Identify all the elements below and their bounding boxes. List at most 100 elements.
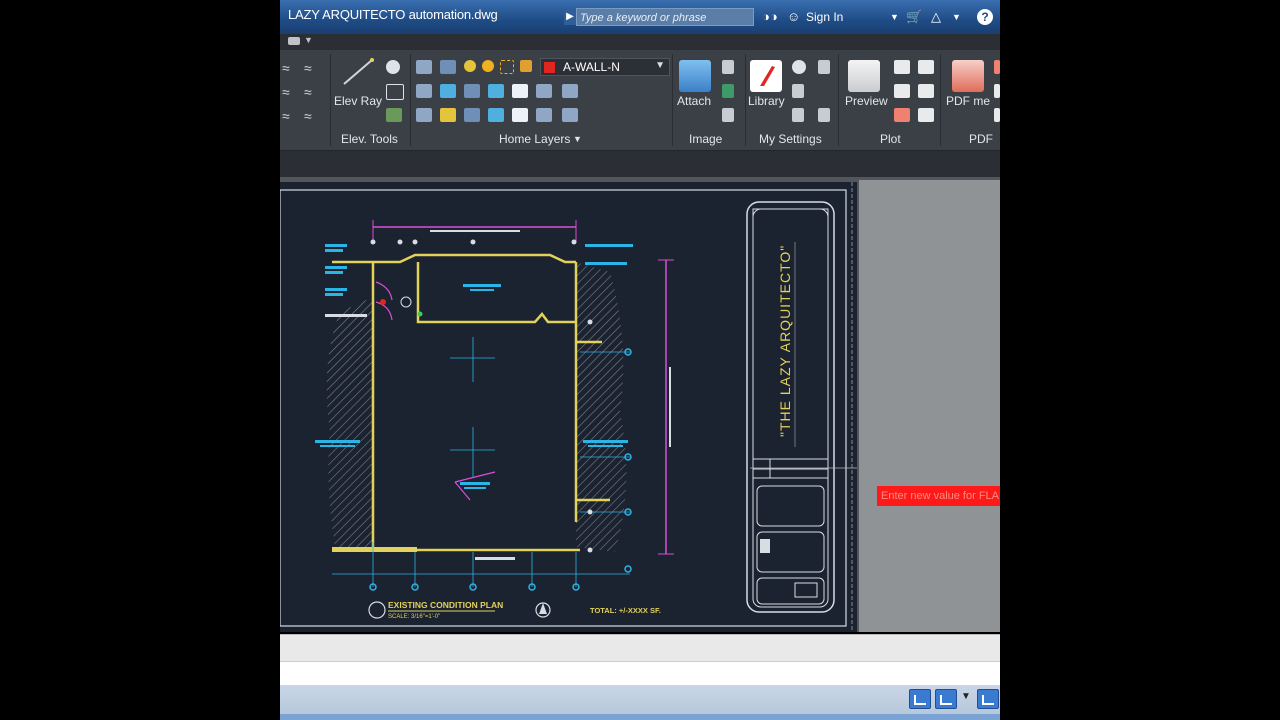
command-line-input[interactable] [280,661,1000,686]
layer-tool-icon[interactable] [416,108,432,122]
layout-icon[interactable] [977,689,999,709]
layer-tool-icon[interactable] [536,108,552,122]
panel-label-home-layers[interactable]: Home Layers [499,132,570,146]
printer-icon[interactable] [918,60,934,74]
status-bar: ▼ [280,685,1000,720]
layer-tool-icon[interactable] [464,108,480,122]
attach-image-icon[interactable] [679,60,711,92]
settings-tool-icon[interactable] [792,108,804,122]
panel-separator [745,54,746,146]
taskbar-edge [280,714,1000,720]
quick-access-camera-icon[interactable] [288,37,300,45]
panel-label-image: Image [689,132,723,146]
drawing-canvas[interactable]: EXISTING CONDITION PLAN SCALE: 3/16"=1'-… [280,177,1000,632]
elevation-tool-icon[interactable]: ≈ [282,60,290,76]
elevation-tool-icon[interactable]: ≈ [282,108,290,124]
layer-tool-icon[interactable] [562,84,578,98]
existing-wall-hatch-left [326,297,373,547]
layer-tool-icon[interactable] [512,84,528,98]
layer-tool-icon[interactable] [440,60,456,74]
viewport-dropdown-icon[interactable]: ▼ [961,691,971,702]
panel-label-plot: Plot [880,132,901,146]
search-expand-arrow-icon[interactable]: ▶ [564,9,576,25]
search-input[interactable]: Type a keyword or phrase [576,8,754,26]
layer-tool-icon[interactable] [488,108,504,122]
layer-tool-icon[interactable] [464,84,480,98]
help-icon[interactable] [386,60,400,74]
exchange-icon[interactable]: △ [931,8,941,26]
lightbulb-icon[interactable] [464,60,476,72]
fixture [380,299,386,305]
layer-tool-icon[interactable] [416,84,432,98]
layer-tool-icon[interactable] [562,108,578,122]
panel-separator [410,54,411,146]
freeze-icon[interactable] [500,60,514,74]
layout-sheet[interactable]: EXISTING CONDITION PLAN SCALE: 3/16"=1'-… [280,182,907,632]
layer-tool-icon[interactable] [440,84,456,98]
current-layer-name: A-WALL-N [563,60,620,74]
pdf-tool-icon[interactable] [994,84,1000,98]
pdf-tool-icon[interactable] [994,60,1000,74]
logo-box [760,539,770,553]
library-button[interactable]: Library [748,94,785,108]
help-icon[interactable] [792,60,806,74]
help-icon[interactable]: ? [977,9,993,25]
select-icon[interactable] [386,108,402,122]
cart-icon[interactable]: 🛒 [906,8,922,26]
layer-tool-icon[interactable] [440,108,456,122]
printer-icon[interactable] [894,108,910,122]
image-tool-icon[interactable] [722,60,734,74]
printer-icon[interactable] [894,60,910,74]
elevation-tool-icon[interactable]: ≈ [282,84,290,100]
room-label [325,314,367,317]
image-tool-icon[interactable] [722,108,734,122]
layer-color-swatch [544,62,555,73]
library-icon[interactable] [750,60,782,92]
drawing-number-bubble [368,601,386,619]
preview-button[interactable]: Preview [845,94,888,108]
lightning-icon[interactable] [386,84,404,100]
pdf-tool-icon[interactable] [994,108,1000,122]
pdf-button[interactable]: PDF me [946,94,990,108]
binoculars-icon[interactable]: ◑◑ [762,8,778,26]
user-icon[interactable]: ☺ [787,8,800,26]
exchange-dropdown-icon[interactable]: ▼ [952,8,961,26]
layer-tool-icon[interactable] [536,84,552,98]
layer-tool-icon[interactable] [488,84,504,98]
elevation-tool-icon[interactable]: ≈ [304,60,312,76]
elevation-tool-icon[interactable]: ≈ [304,84,312,100]
home-layers-dropdown-icon[interactable]: ▼ [573,134,582,144]
printer-icon[interactable] [918,108,934,122]
north-arrow-icon [539,603,547,614]
layer-dropdown[interactable]: A-WALL-N ▼ [540,58,670,76]
sign-in-dropdown-icon[interactable]: ▼ [890,8,899,26]
sun-icon[interactable] [482,60,494,72]
settings-tool-icon[interactable] [818,108,830,122]
image-tool-icon[interactable] [722,84,734,98]
title-block-cell [756,577,825,605]
sign-in-button[interactable]: Sign In [806,10,843,24]
elev-ray-button[interactable]: Elev Ray [334,94,382,108]
attach-button[interactable]: Attach [677,94,711,108]
printer-icon[interactable] [918,84,934,98]
chevron-down-icon: ▼ [655,60,665,71]
plot-preview-icon[interactable] [848,60,880,92]
quick-access-dropdown-icon[interactable]: ▼ [304,35,313,45]
model-space-margin [859,180,1000,632]
title-bar: LAZY ARQUITECTO automation.dwg ▶ Type a … [280,0,1000,34]
viewport-icon[interactable] [935,689,957,709]
layer-tool-icon[interactable] [416,60,432,74]
floor-plan-drawing[interactable]: EXISTING CONDITION PLAN SCALE: 3/16"=1'-… [280,182,907,632]
layer-tool-icon[interactable] [512,108,528,122]
printer-icon[interactable] [894,84,910,98]
lock-icon[interactable] [520,60,532,72]
model-space-icon[interactable] [909,689,931,709]
settings-tool-icon[interactable] [818,60,830,74]
elevation-tool-icon[interactable]: ≈ [304,108,312,124]
elev-ray-icon[interactable] [340,56,376,88]
existing-wall-hatch-right [576,262,627,552]
settings-tool-icon[interactable] [792,84,804,98]
ribbon: ≈ ≈ ≈ ≈ ≈ ≈ Elev Ray Elev. Tools A-WALL-… [280,50,1000,151]
pdf-icon[interactable] [952,60,984,92]
dynamic-input-tooltip[interactable]: Enter new value for FLA [877,486,1000,506]
